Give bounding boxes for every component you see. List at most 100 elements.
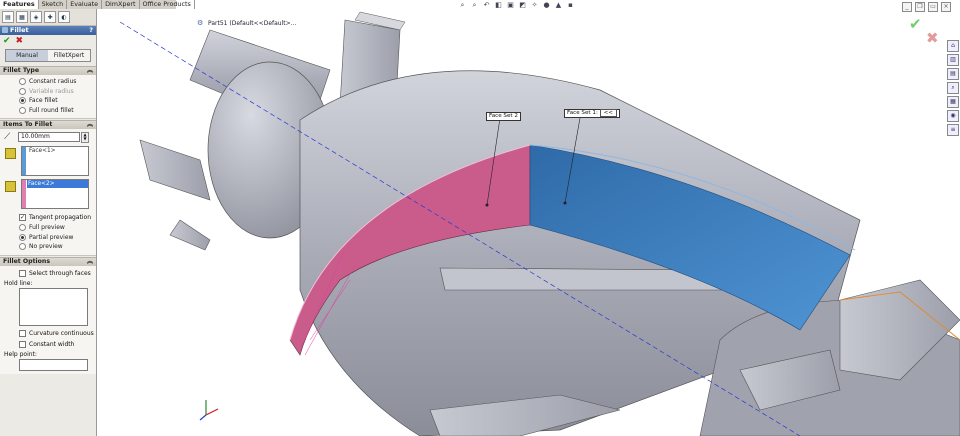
hide-show-items-icon[interactable]: ✧ (530, 1, 539, 10)
zoom-to-fit-icon[interactable]: ⌕ (458, 1, 467, 10)
face-set-2-callout: Face Set 2 (486, 112, 521, 121)
restore-icon[interactable]: ❐ (915, 2, 925, 12)
callout-field[interactable]: << (599, 109, 617, 117)
part-icon: ⚙ (197, 19, 204, 27)
help-point-list[interactable] (19, 358, 88, 371)
minimize-icon[interactable]: _ (902, 2, 912, 12)
design-library-icon[interactable]: ▥ (947, 54, 959, 66)
tile-icon[interactable]: ▭ (928, 2, 938, 12)
view-settings-icon[interactable]: ▪ (566, 1, 575, 10)
face-set-2-list[interactable]: Face<2> (21, 179, 89, 209)
reference-triad (198, 397, 222, 421)
file-explorer-icon[interactable]: ▤ (947, 68, 959, 80)
list-item[interactable]: Face<2> (27, 180, 88, 188)
tab-office-products[interactable]: Office Products (140, 0, 195, 9)
checkbox-label: Constant width (29, 340, 75, 348)
radio-label: Full round fillet (29, 106, 74, 114)
radio-constant-radius[interactable]: Constant radius (0, 77, 96, 87)
display-style-icon[interactable]: ◩ (518, 1, 527, 10)
radius-input[interactable]: 10.00mm (18, 132, 80, 142)
checkbox-box: ✓ (19, 214, 26, 221)
radio-dot (19, 233, 26, 241)
hold-line-list[interactable] (19, 287, 88, 326)
apply-scene-icon[interactable]: ▲ (554, 1, 563, 10)
heads-up-toolbar: ⌕ ⌕ ↶ ◧ ▣ ◩ ✧ ● ▲ ▪ (458, 1, 575, 10)
checkbox-box (19, 269, 26, 277)
fillet-options-header[interactable]: Fillet Options ︽ (0, 256, 96, 266)
radio-variable-radius[interactable]: Variable radius (0, 87, 96, 97)
radius-spinner[interactable]: ▲ ▼ (81, 131, 89, 143)
zoom-to-area-icon[interactable]: ⌕ (470, 1, 479, 10)
fillet-type-header[interactable]: Fillet Type ︽ (0, 66, 96, 75)
help-icon[interactable]: ? (89, 26, 93, 35)
configuration-manager-icon[interactable]: ◈ (30, 11, 42, 23)
checkbox-label: Select through faces (29, 269, 91, 277)
manual-button[interactable]: Manual (6, 50, 48, 61)
confirmation-cancel-icon[interactable]: ✖ (926, 29, 939, 47)
feature-tree-label: Part51 (Default<<Default>... (208, 20, 297, 27)
pm-title-text: Fillet (10, 26, 29, 34)
collapse-chevron-icon[interactable]: ︽ (87, 258, 93, 266)
fillet-title-bar: Fillet ? (0, 26, 96, 35)
face-set-1-list[interactable]: Face<1> (21, 146, 89, 176)
radio-face-fillet[interactable]: Face fillet (0, 96, 96, 106)
tab-sketch[interactable]: Sketch (39, 0, 68, 9)
display-manager-icon[interactable]: ◐ (58, 11, 70, 23)
tab-evaluate[interactable]: Evaluate (67, 0, 103, 9)
confirmation-ok-icon[interactable]: ✔ (909, 15, 922, 33)
face-set-1-selection: Face<1> (5, 146, 96, 176)
dimxpert-manager-icon[interactable]: ✚ (44, 11, 56, 23)
cancel-button[interactable]: ✖ (16, 36, 24, 46)
tab-features[interactable]: Features (0, 0, 39, 9)
radio-full-round-fillet[interactable]: Full round fillet (0, 106, 96, 116)
checkbox-label: Tangent propagation (29, 214, 91, 221)
feature-tree-flyout[interactable]: ⚙ Part51 (Default<<Default>... (197, 19, 297, 28)
model-view[interactable] (97, 9, 960, 436)
face-icon (5, 148, 16, 159)
radio-no-preview[interactable]: No preview (0, 242, 96, 252)
section-view-icon[interactable]: ◧ (494, 1, 503, 10)
face-set-2-color-bar (22, 180, 26, 208)
curvature-continuous-checkbox[interactable]: Curvature continuous (0, 328, 96, 339)
property-manager-panel: ▤ ▦ ◈ ✚ ◐ Fillet ? ✔ ✖ Manual FilletXper… (0, 9, 97, 436)
ok-button[interactable]: ✔ (3, 36, 11, 46)
collapse-chevron-icon[interactable]: ︽ (87, 121, 93, 129)
custom-properties-icon[interactable]: ≡ (947, 124, 959, 136)
feature-tree-icon[interactable]: ▤ (2, 11, 14, 23)
view-orientation-icon[interactable]: ▣ (506, 1, 515, 10)
help-point-label: Help point: (4, 350, 37, 358)
view-palette-icon[interactable]: ▦ (947, 96, 959, 108)
face-set-1-color-bar (22, 147, 26, 175)
radio-dot (19, 243, 26, 251)
fillet-type-title: Fillet Type (3, 67, 40, 74)
radio-dot (19, 224, 26, 232)
graphics-area[interactable]: ⚙ Part51 (Default<<Default>... Face Set … (97, 9, 960, 436)
close-icon[interactable]: × (941, 2, 951, 12)
list-item[interactable]: Face<1> (28, 147, 88, 155)
ok-cancel-row: ✔ ✖ (0, 35, 96, 46)
constant-width-checkbox[interactable]: Constant width (0, 339, 96, 350)
items-to-fillet-header[interactable]: Items To Fillet ︽ (0, 120, 96, 129)
checkbox-label: Curvature continuous (29, 329, 94, 337)
radio-full-preview[interactable]: Full preview (0, 223, 96, 233)
search-icon[interactable]: ⌕ (947, 82, 959, 94)
radius-row: ⟋ 10.00mm ▲ ▼ (0, 131, 96, 143)
select-through-faces-checkbox[interactable]: Select through faces (0, 268, 96, 279)
items-to-fillet-body: ⟋ 10.00mm ▲ ▼ Face<1> Face<2> ✓ Tangent pr… (0, 129, 96, 256)
resources-icon[interactable]: ⌂ (947, 40, 959, 52)
feature-manager-tabs: ▤ ▦ ◈ ✚ ◐ (0, 9, 96, 26)
radius-icon: ⟋ (4, 132, 11, 142)
collapse-chevron-icon[interactable]: ︽ (87, 67, 93, 75)
triad-icon (199, 400, 219, 421)
appearances-icon[interactable]: ◉ (947, 110, 959, 122)
radio-label: No preview (29, 243, 63, 251)
previous-view-icon[interactable]: ↶ (482, 1, 491, 10)
edit-appearance-icon[interactable]: ● (542, 1, 551, 10)
property-manager-icon[interactable]: ▦ (16, 11, 28, 23)
tab-dimxpert[interactable]: DimXpert (102, 0, 140, 9)
task-pane-tabs: ⌂ ▥ ▤ ⌕ ▦ ◉ ≡ (947, 40, 959, 136)
filletxpert-button[interactable]: FilletXpert (48, 50, 90, 61)
radio-partial-preview[interactable]: Partial preview (0, 233, 96, 243)
tangent-propagation-checkbox[interactable]: ✓ Tangent propagation (0, 212, 96, 223)
face-set-1-callout: Face Set 1: << (564, 109, 620, 118)
